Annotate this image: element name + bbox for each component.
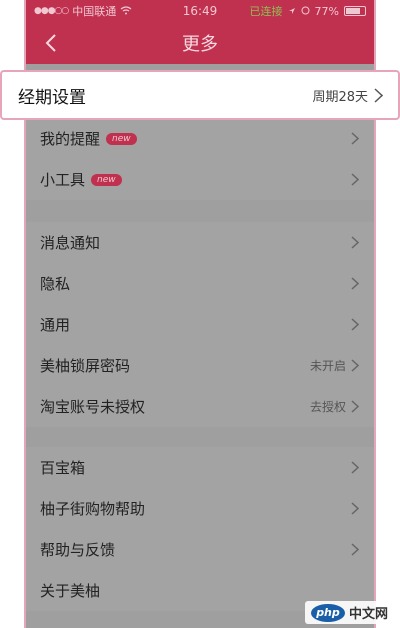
chevron-right-icon — [374, 87, 384, 103]
new-badge: new — [91, 173, 122, 186]
period-setting-label: 经期设置 — [18, 87, 86, 108]
chevron-right-icon — [350, 400, 360, 414]
group-help: 百宝箱 柚子街购物帮助 帮助与反馈 关于美柚 — [26, 447, 374, 611]
list-item-shopping-help[interactable]: 柚子街购物帮助 — [26, 488, 374, 529]
list-item-lock-screen-password[interactable]: 美柚锁屏密码 未开启 — [26, 345, 374, 386]
list-item-label: 通用 — [40, 316, 71, 334]
list-item-notifications[interactable]: 消息通知 — [26, 222, 374, 263]
period-setting-value: 周期28天 — [312, 89, 368, 105]
list-item-toolbox[interactable]: 百宝箱 — [26, 447, 374, 488]
status-time: 16:49 — [182, 4, 218, 18]
list-item-label: 帮助与反馈 — [40, 541, 116, 559]
chevron-right-icon — [350, 359, 360, 373]
site-watermark: php 中文网 — [304, 601, 394, 624]
list-item-label: 淘宝账号未授权 — [40, 398, 146, 416]
list-item-tools[interactable]: 小工具 new — [26, 159, 374, 200]
list-item-label: 百宝箱 — [40, 459, 86, 477]
period-setting-row[interactable]: 经期设置 周期28天 — [0, 70, 400, 120]
chevron-right-icon — [350, 318, 360, 332]
list-item-label: 关于美柚 — [40, 582, 101, 600]
nav-bar: 更多 — [26, 22, 374, 64]
page-title: 更多 — [182, 34, 218, 55]
list-item-label: 柚子街购物帮助 — [40, 500, 146, 518]
list-item-label: 消息通知 — [40, 234, 101, 252]
list-item-my-reminders[interactable]: 我的提醒 new — [26, 118, 374, 159]
list-item-privacy[interactable]: 隐私 — [26, 263, 374, 304]
list-item-label: 小工具 — [40, 171, 86, 189]
chevron-right-icon — [350, 173, 360, 187]
app-header: ●●●○○ 中国联通 16:49 已连接 77% 更多 — [26, 0, 374, 64]
back-button[interactable] — [36, 28, 66, 58]
chevron-left-icon — [45, 34, 56, 52]
list-item-label: 我的提醒 — [40, 130, 101, 148]
chevron-right-icon — [350, 236, 360, 250]
list-item-taobao-account[interactable]: 淘宝账号未授权 去授权 — [26, 386, 374, 427]
group-reminders: 我的提醒 new 小工具 new — [26, 118, 374, 200]
chevron-right-icon — [350, 543, 360, 557]
list-item-value: 去授权 — [309, 400, 346, 414]
chevron-right-icon — [350, 132, 360, 146]
chevron-right-icon — [350, 277, 360, 291]
list-item-label: 隐私 — [40, 275, 71, 293]
list-item-label: 美柚锁屏密码 — [40, 357, 131, 375]
battery-icon — [344, 6, 366, 16]
watermark-text: 中文网 — [348, 607, 388, 622]
group-settings: 消息通知 隐私 通用 美柚锁屏密码 未开启 淘宝账号未授权 去授权 — [26, 222, 374, 427]
php-logo-icon: php — [310, 603, 345, 622]
new-badge: new — [106, 132, 137, 145]
status-bar: ●●●○○ 中国联通 16:49 已连接 77% — [26, 0, 374, 22]
list-item-help-feedback[interactable]: 帮助与反馈 — [26, 529, 374, 570]
list-item-value: 未开启 — [309, 359, 346, 373]
chevron-right-icon — [350, 461, 360, 475]
list-item-general[interactable]: 通用 — [26, 304, 374, 345]
chevron-right-icon — [350, 502, 360, 516]
